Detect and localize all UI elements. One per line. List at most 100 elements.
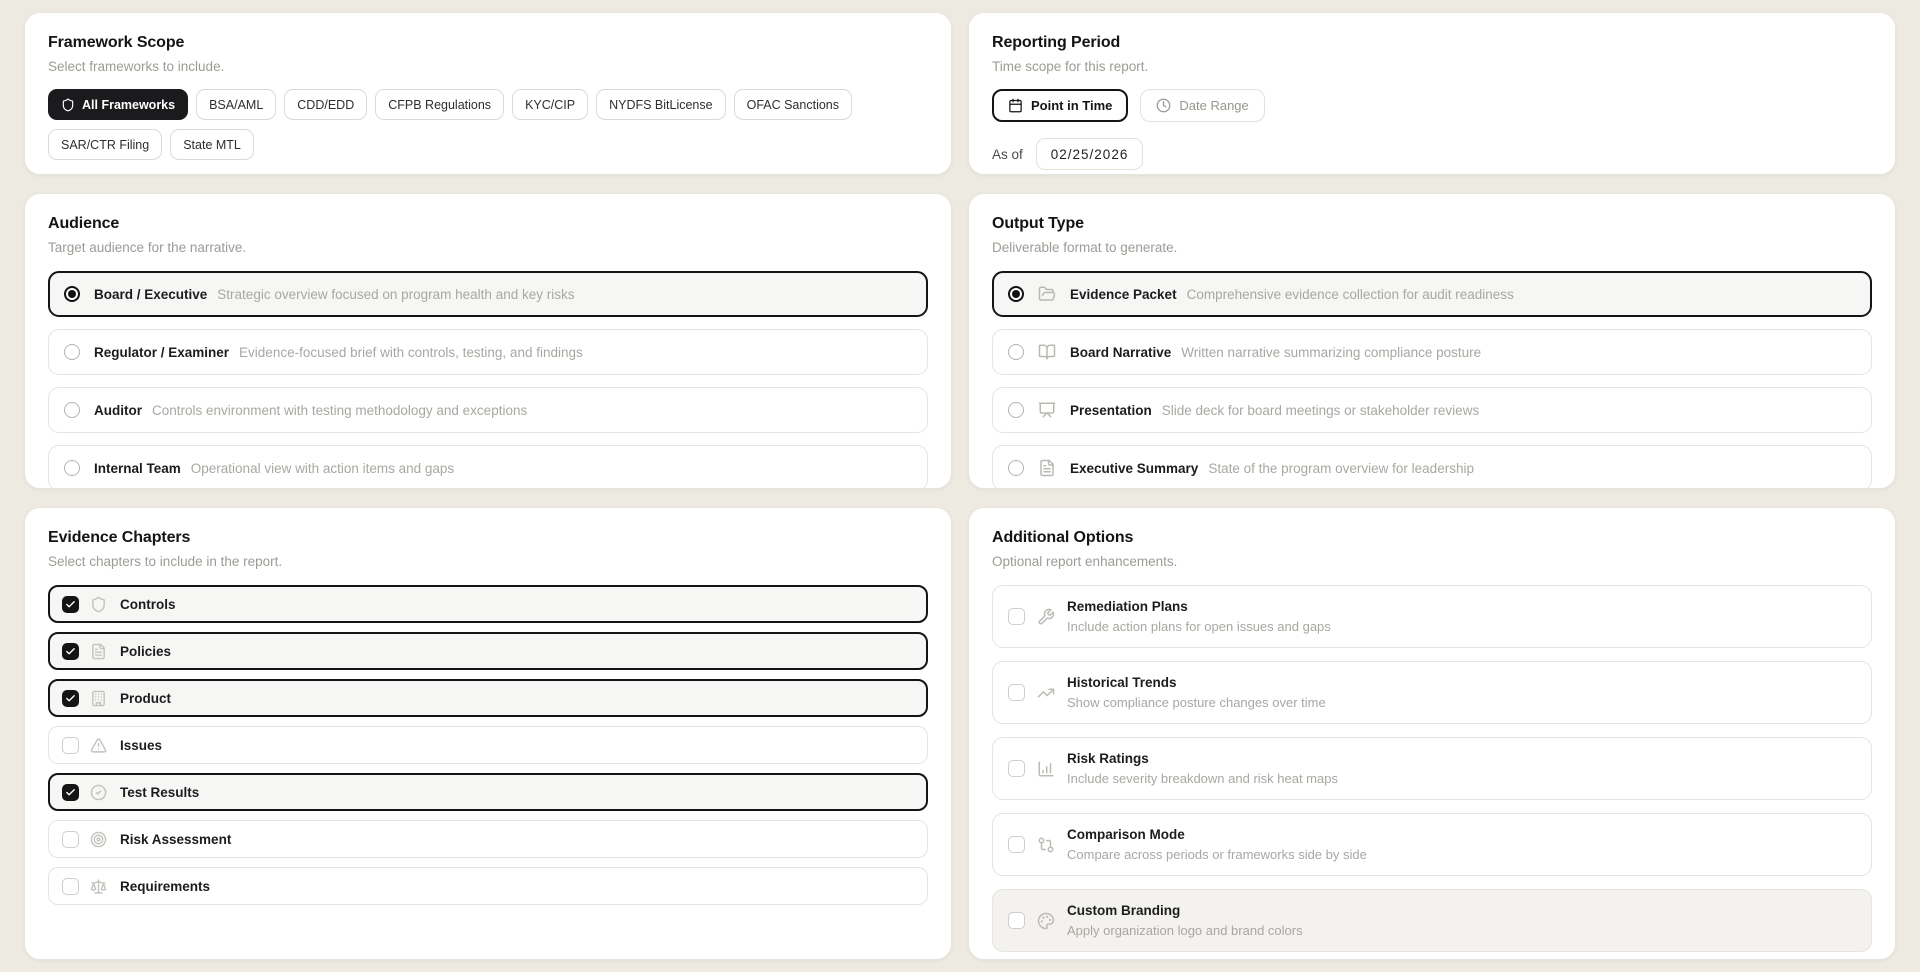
- checkbox[interactable]: [62, 690, 79, 707]
- addon-custom-branding[interactable]: Custom Branding Apply organization logo …: [992, 889, 1872, 952]
- chip-label: OFAC Sanctions: [747, 98, 839, 112]
- mode-label: Date Range: [1179, 98, 1248, 113]
- checkbox[interactable]: [1008, 760, 1025, 777]
- framework-chips: All Frameworks BSA/AML CDD/EDD CFPB Regulat…: [48, 89, 928, 160]
- chip-sar-ctr-filing[interactable]: SAR/CTR Filing: [48, 129, 162, 160]
- option-label: Internal Team: [94, 461, 181, 476]
- addon-historical-trends[interactable]: Historical Trends Show compliance postur…: [992, 661, 1872, 724]
- option-description: Include severity breakdown and risk heat…: [1067, 771, 1338, 786]
- chip-cfpb-regulations[interactable]: CFPB Regulations: [375, 89, 504, 120]
- option-executive-summary[interactable]: Executive Summary State of the program o…: [992, 445, 1872, 489]
- option-description: Strategic overview focused on program he…: [217, 287, 574, 302]
- chapter-risk-assessment[interactable]: Risk Assessment: [48, 820, 928, 858]
- panel-title: Framework Scope: [48, 33, 928, 52]
- panel-subtitle: Select frameworks to include.: [48, 59, 928, 75]
- option-regulator-examiner[interactable]: Regulator / Examiner Evidence-focused br…: [48, 329, 928, 375]
- option-text: Comparison Mode Compare across periods o…: [1067, 827, 1367, 862]
- chip-kyc-cip[interactable]: KYC/CIP: [512, 89, 588, 120]
- checkbox[interactable]: [1008, 836, 1025, 853]
- checkbox[interactable]: [62, 643, 79, 660]
- checkbox[interactable]: [62, 596, 79, 613]
- chip-label: State MTL: [183, 138, 241, 152]
- radio-button[interactable]: [1008, 460, 1024, 476]
- chapter-label: Test Results: [120, 785, 199, 800]
- panel-subtitle: Optional report enhancements.: [992, 554, 1872, 570]
- chip-nydfs-bitlicense[interactable]: NYDFS BitLicense: [596, 89, 726, 120]
- chip-cdd-edd[interactable]: CDD/EDD: [284, 89, 367, 120]
- chip-label: SAR/CTR Filing: [61, 138, 149, 152]
- radio-button[interactable]: [64, 286, 80, 302]
- chapter-label: Issues: [120, 738, 162, 753]
- option-description: Controls environment with testing method…: [152, 403, 527, 418]
- checkbox[interactable]: [1008, 608, 1025, 625]
- radio-button[interactable]: [64, 460, 80, 476]
- radio-button[interactable]: [64, 344, 80, 360]
- chapter-requirements[interactable]: Requirements: [48, 867, 928, 905]
- chapter-controls[interactable]: Controls: [48, 585, 928, 623]
- checkbox[interactable]: [1008, 912, 1025, 929]
- option-label: Custom Branding: [1067, 903, 1303, 918]
- option-text: Risk Ratings Include severity breakdown …: [1067, 751, 1338, 786]
- checkbox[interactable]: [1008, 684, 1025, 701]
- option-description: Written narrative summarizing compliance…: [1181, 345, 1481, 360]
- chapter-test-results[interactable]: Test Results: [48, 773, 928, 811]
- option-internal-team[interactable]: Internal Team Operational view with acti…: [48, 445, 928, 489]
- option-board-narrative[interactable]: Board Narrative Written narrative summar…: [992, 329, 1872, 375]
- panel-subtitle: Select chapters to include in the report…: [48, 554, 928, 570]
- option-presentation[interactable]: Presentation Slide deck for board meetin…: [992, 387, 1872, 433]
- chip-bsa-aml[interactable]: BSA/AML: [196, 89, 276, 120]
- option-description: State of the program overview for leader…: [1208, 461, 1474, 476]
- file-text-icon: [1038, 459, 1056, 477]
- addon-risk-ratings[interactable]: Risk Ratings Include severity breakdown …: [992, 737, 1872, 800]
- output-type-panel: Output Type Deliverable format to genera…: [968, 193, 1896, 489]
- shield-icon: [90, 596, 107, 613]
- option-board-executive[interactable]: Board / Executive Strategic overview foc…: [48, 271, 928, 317]
- mode-point-in-time[interactable]: Point in Time: [992, 89, 1128, 122]
- additional-options-panel: Additional Options Optional report enhan…: [968, 507, 1896, 960]
- radio-button[interactable]: [1008, 286, 1024, 302]
- radio-button[interactable]: [1008, 344, 1024, 360]
- addon-comparison-mode[interactable]: Comparison Mode Compare across periods o…: [992, 813, 1872, 876]
- alert-triangle-icon: [90, 737, 107, 754]
- reporting-period-panel: Reporting Period Time scope for this rep…: [968, 12, 1896, 175]
- clock-icon: [1156, 98, 1171, 113]
- option-text: Custom Branding Apply organization logo …: [1067, 903, 1303, 938]
- option-label: Board Narrative: [1070, 345, 1171, 360]
- panel-title: Additional Options: [992, 528, 1872, 547]
- mode-date-range[interactable]: Date Range: [1140, 89, 1264, 122]
- option-description: Compare across periods or frameworks sid…: [1067, 847, 1367, 862]
- panel-title: Output Type: [992, 214, 1872, 233]
- report-builder: Framework Scope Select frameworks to inc…: [0, 0, 1920, 972]
- chapter-label: Requirements: [120, 879, 210, 894]
- chapter-product[interactable]: Product: [48, 679, 928, 717]
- panel-subtitle: Target audience for the narrative.: [48, 240, 928, 256]
- option-auditor[interactable]: Auditor Controls environment with testin…: [48, 387, 928, 433]
- chapter-issues[interactable]: Issues: [48, 726, 928, 764]
- option-description: Evidence-focused brief with controls, te…: [239, 345, 583, 360]
- chapter-policies[interactable]: Policies: [48, 632, 928, 670]
- checkbox[interactable]: [62, 737, 79, 754]
- chip-ofac-sanctions[interactable]: OFAC Sanctions: [734, 89, 852, 120]
- radio-button[interactable]: [64, 402, 80, 418]
- checkbox[interactable]: [62, 878, 79, 895]
- as-of-date-input[interactable]: 02/25/2026: [1036, 138, 1144, 170]
- addon-remediation-plans[interactable]: Remediation Plans Include action plans f…: [992, 585, 1872, 648]
- option-description: Operational view with action items and g…: [191, 461, 454, 476]
- radio-button[interactable]: [1008, 402, 1024, 418]
- checkbox[interactable]: [62, 831, 79, 848]
- bar-chart-icon: [1037, 760, 1055, 778]
- chapter-label: Policies: [120, 644, 171, 659]
- option-label: Comparison Mode: [1067, 827, 1367, 842]
- option-label: Historical Trends: [1067, 675, 1326, 690]
- panel-title: Evidence Chapters: [48, 528, 928, 547]
- checkbox[interactable]: [62, 784, 79, 801]
- output-type-options: Evidence Packet Comprehensive evidence c…: [992, 271, 1872, 489]
- option-evidence-packet[interactable]: Evidence Packet Comprehensive evidence c…: [992, 271, 1872, 317]
- as-of-row: As of 02/25/2026: [992, 138, 1872, 170]
- chip-state-mtl[interactable]: State MTL: [170, 129, 254, 160]
- additional-option-list: Remediation Plans Include action plans f…: [992, 585, 1872, 952]
- chip-label: All Frameworks: [82, 98, 175, 112]
- option-label: Evidence Packet: [1070, 287, 1177, 302]
- presentation-icon: [1038, 401, 1056, 419]
- chip-all-frameworks[interactable]: All Frameworks: [48, 89, 188, 120]
